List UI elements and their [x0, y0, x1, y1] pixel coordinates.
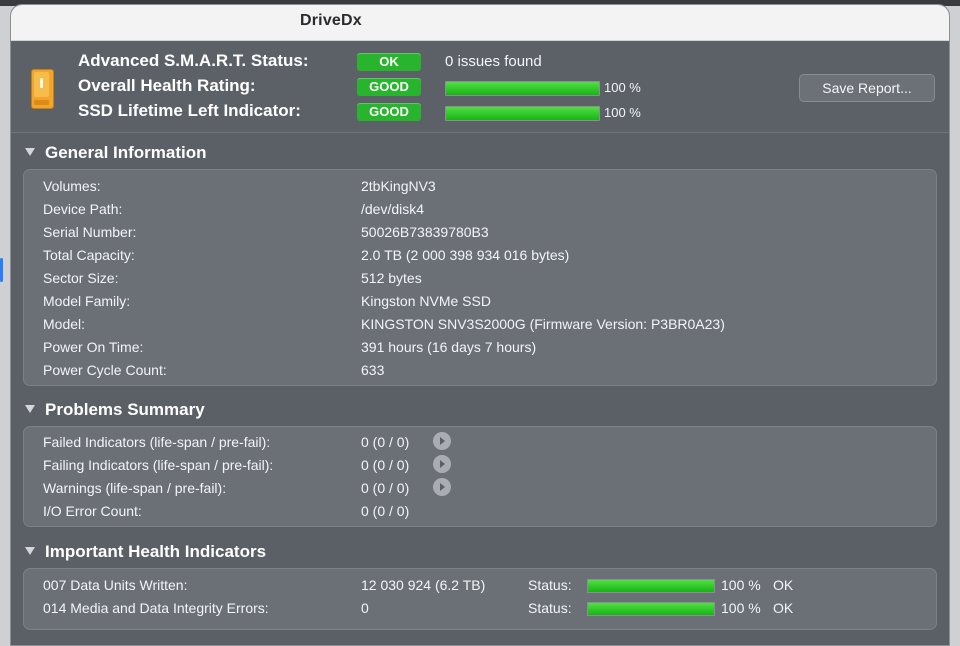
info-row: Device Path: /dev/disk4 — [24, 198, 936, 220]
info-row: Serial Number: 50026B73839780B3 — [24, 221, 936, 243]
info-row: Model Family: Kingston NVMe SSD — [24, 290, 936, 312]
problems-summary-panel: Failed Indicators (life-span / pre-fail)… — [23, 426, 937, 527]
info-row: Model: KINGSTON SNV3S2000G (Firmware Vers… — [24, 313, 936, 335]
general-information-panel: Volumes: 2tbKingNV3 Device Path: /dev/disk4… — [23, 169, 937, 386]
health-indicators-header[interactable]: Important Health Indicators — [11, 539, 949, 565]
info-key: Model Family: — [43, 293, 131, 309]
info-value: 391 hours (16 days 7 hours) — [361, 339, 537, 355]
disclosure-triangle-icon[interactable] — [25, 405, 35, 413]
background-window-accent — [0, 258, 3, 282]
save-report-button[interactable]: Save Report... — [799, 74, 935, 102]
problem-row: Warnings (life-span / pre-fail): 0 (0 / 0… — [24, 477, 936, 499]
indicator-status-bar-fill — [588, 603, 714, 615]
info-row: Power Cycle Count: 633 — [24, 359, 936, 381]
drivedx-window: DriveDx Advanced S.M.A.R.T. Status: OK 0… — [10, 4, 950, 646]
ssd-lifetime-bar — [445, 106, 600, 121]
info-key: Device Path: — [43, 201, 123, 217]
problem-key: Failing Indicators (life-span / pre-fail… — [43, 457, 274, 473]
info-row: Power On Time: 391 hours (16 days 7 hours… — [24, 336, 936, 358]
smart-status-row: Advanced S.M.A.R.T. Status: OK 0 issues … — [11, 50, 949, 74]
info-key: Power On Time: — [43, 339, 144, 355]
health-rating-badge: GOOD — [357, 78, 421, 96]
ssd-lifetime-percent: 100 % — [604, 105, 641, 120]
info-key: Total Capacity: — [43, 247, 135, 263]
indicator-status-label: Status: — [528, 600, 572, 616]
problem-value: 0 (0 / 0) — [361, 457, 410, 473]
disclosure-triangle-icon[interactable] — [25, 148, 35, 156]
health-indicators-title: Important Health Indicators — [45, 542, 267, 561]
window-title: DriveDx — [300, 12, 362, 29]
problem-value: 0 (0 / 0) — [361, 434, 410, 450]
smart-status-text: 0 issues found — [445, 53, 542, 70]
ssd-lifetime-row: SSD Lifetime Left Indicator: GOOD 100 % — [11, 100, 949, 124]
info-key: Serial Number: — [43, 224, 137, 240]
problem-key: Warnings (life-span / pre-fail): — [43, 480, 227, 496]
health-indicators-panel: 007 Data Units Written: 12 030 924 (6.2 T… — [23, 568, 937, 630]
problem-row: Failing Indicators (life-span / pre-fail… — [24, 454, 936, 476]
indicator-status-bar — [587, 579, 715, 593]
problems-summary-header[interactable]: Problems Summary — [11, 397, 949, 423]
details-arrow-icon[interactable] — [433, 478, 451, 496]
info-key: Power Cycle Count: — [43, 362, 167, 378]
title-bar[interactable]: DriveDx — [11, 5, 949, 41]
info-value: 50026B73839780B3 — [361, 224, 489, 240]
problem-value: 0 (0 / 0) — [361, 503, 410, 519]
indicator-state: OK — [773, 600, 794, 616]
health-rating-bar-fill — [446, 82, 599, 95]
info-value: 512 bytes — [361, 270, 422, 286]
problem-key: Failed Indicators (life-span / pre-fail)… — [43, 434, 271, 450]
info-key: Model: — [43, 316, 86, 332]
smart-status-badge: OK — [357, 53, 421, 71]
indicator-status-label: Status: — [528, 577, 572, 593]
ssd-lifetime-badge: GOOD — [357, 103, 421, 121]
problem-row: I/O Error Count: 0 (0 / 0) — [24, 500, 936, 522]
details-arrow-icon[interactable] — [433, 432, 451, 450]
indicator-value: 12 030 924 (6.2 TB) — [361, 577, 486, 593]
problems-summary-title: Problems Summary — [45, 400, 205, 419]
info-value: /dev/disk4 — [361, 201, 425, 217]
info-value: 2tbKingNV3 — [361, 178, 436, 194]
general-information-title: General Information — [45, 143, 207, 162]
indicator-state: OK — [773, 577, 794, 593]
status-summary: Advanced S.M.A.R.T. Status: OK 0 issues … — [11, 41, 949, 133]
health-indicator-row: 014 Media and Data Integrity Errors: 0 Sta… — [24, 597, 936, 619]
ssd-lifetime-label: SSD Lifetime Left Indicator: — [78, 101, 301, 120]
problem-row: Failed Indicators (life-span / pre-fail)… — [24, 431, 936, 453]
health-rating-bar — [445, 81, 600, 96]
smart-status-label: Advanced S.M.A.R.T. Status: — [78, 51, 309, 70]
health-rating-label: Overall Health Rating: — [78, 76, 256, 95]
indicator-key: 014 Media and Data Integrity Errors: — [43, 600, 269, 616]
health-indicator-row: 007 Data Units Written: 12 030 924 (6.2 T… — [24, 574, 936, 596]
disclosure-triangle-icon[interactable] — [25, 547, 35, 555]
indicator-percent: 100 % — [721, 577, 761, 593]
problem-value: 0 (0 / 0) — [361, 480, 410, 496]
info-key: Sector Size: — [43, 270, 119, 286]
info-value: 2.0 TB (2 000 398 934 016 bytes) — [361, 247, 570, 263]
problem-key: I/O Error Count: — [43, 503, 142, 519]
details-arrow-icon[interactable] — [433, 455, 451, 473]
indicator-value: 0 — [361, 600, 369, 616]
indicator-status-bar — [587, 602, 715, 616]
ssd-lifetime-bar-fill — [446, 107, 599, 120]
general-information-header[interactable]: General Information — [11, 140, 949, 166]
info-row: Volumes: 2tbKingNV3 — [24, 175, 936, 197]
info-value: KINGSTON SNV3S2000G (Firmware Version: P… — [361, 316, 725, 332]
info-row: Total Capacity: 2.0 TB (2 000 398 934 016… — [24, 244, 936, 266]
indicator-percent: 100 % — [721, 600, 761, 616]
indicator-status-bar-fill — [588, 580, 714, 592]
indicator-key: 007 Data Units Written: — [43, 577, 188, 593]
info-key: Volumes: — [43, 178, 101, 194]
info-row: Sector Size: 512 bytes — [24, 267, 936, 289]
info-value: Kingston NVMe SSD — [361, 293, 491, 309]
health-rating-percent: 100 % — [604, 80, 641, 95]
info-value: 633 — [361, 362, 385, 378]
